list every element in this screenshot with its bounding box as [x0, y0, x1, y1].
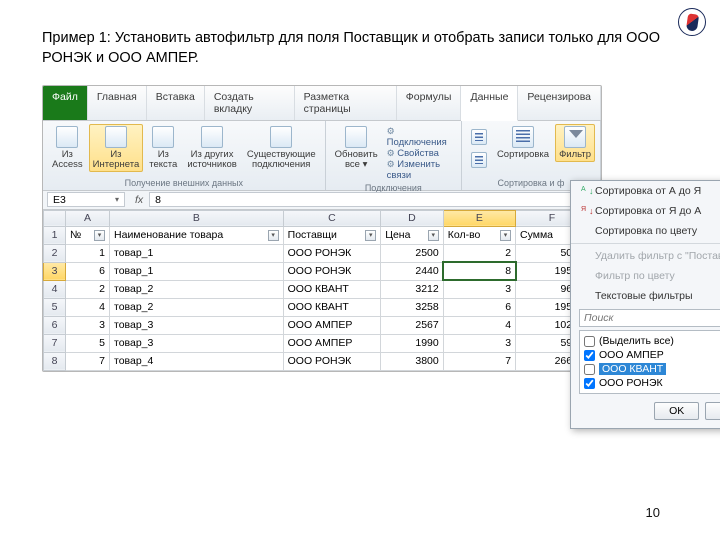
row-head-8[interactable]: 8 — [44, 352, 66, 370]
select-all-checkbox[interactable]: (Выделить все) — [584, 334, 720, 348]
name-box[interactable]: E3 — [47, 192, 125, 207]
cancel-button[interactable]: Отмена — [705, 402, 720, 420]
cell[interactable]: Поставщи▾ — [283, 226, 381, 244]
tab-review[interactable]: Рецензирова — [518, 86, 601, 120]
tab-insert[interactable]: Вставка — [147, 86, 205, 120]
cell[interactable]: Цена▾ — [381, 226, 444, 244]
excel-window: Файл Главная Вставка Создать вкладку Раз… — [42, 85, 602, 372]
filter-value-list: (Выделить все) ООО АМПЕР ООО КВАНТ ООО Р… — [579, 330, 720, 394]
tab-create[interactable]: Создать вкладку — [205, 86, 295, 120]
select-all-corner[interactable] — [44, 210, 66, 226]
filter-dropdown-icon[interactable]: ▾ — [500, 230, 511, 241]
filter-dropdown-icon[interactable]: ▾ — [94, 230, 105, 241]
ok-button[interactable]: OK — [654, 402, 699, 420]
ribbon-body: Из Access Из Интернета Из текста Из друг… — [43, 121, 601, 191]
refresh-all-button[interactable]: Обновить все ▾ — [331, 124, 382, 172]
brand-logo — [678, 8, 706, 36]
tab-formulas[interactable]: Формулы — [397, 86, 462, 120]
sort-az-item[interactable]: Сортировка от А до Я — [571, 181, 720, 201]
row-head-1[interactable]: 1 — [44, 226, 66, 244]
col-D[interactable]: D — [381, 210, 444, 226]
filter-search-box[interactable]: 🔍 — [579, 309, 720, 327]
cell[interactable]: Наименование товара▾ — [110, 226, 284, 244]
from-text-button[interactable]: Из текста — [145, 124, 181, 172]
fx-icon[interactable]: fx — [129, 194, 149, 206]
sort-by-color-item[interactable]: Сортировка по цвету▸ — [571, 221, 720, 241]
filter-option-amper[interactable]: ООО АМПЕР — [584, 348, 720, 362]
from-access-button[interactable]: Из Access — [48, 124, 87, 172]
filter-option-kvant[interactable]: ООО КВАНТ — [584, 362, 720, 376]
autofilter-popup: Сортировка от А до Я Сортировка от Я до … — [570, 180, 720, 429]
row-head-7[interactable]: 7 — [44, 334, 66, 352]
props-item[interactable]: Свойства — [387, 148, 453, 159]
tab-file[interactable]: Файл — [43, 86, 88, 120]
tab-layout[interactable]: Разметка страницы — [295, 86, 397, 120]
row-head-4[interactable]: 4 — [44, 280, 66, 298]
sort-az-button[interactable] — [467, 127, 491, 149]
conn-sublist: Подключения Свойства Изменить связи — [384, 124, 456, 183]
from-other-button[interactable]: Из других источников — [183, 124, 240, 172]
active-cell[interactable]: 8 — [443, 262, 515, 280]
formula-bar[interactable]: 8 — [149, 192, 597, 207]
sort-button[interactable]: Сортировка — [493, 124, 553, 162]
page-number: 10 — [646, 505, 660, 520]
sort-za-button[interactable] — [467, 150, 491, 172]
col-B[interactable]: B — [110, 210, 284, 226]
row-head-3[interactable]: 3 — [44, 262, 66, 280]
group-external-label: Получение внешних данных — [48, 178, 320, 190]
cell[interactable]: №▾ — [66, 226, 110, 244]
clear-filter-item: Удалить фильтр с "Поставщик" — [571, 246, 720, 266]
col-E[interactable]: E — [443, 210, 515, 226]
existing-conn-button[interactable]: Существующие подключения — [243, 124, 320, 172]
row-head-6[interactable]: 6 — [44, 316, 66, 334]
tab-data[interactable]: Данные — [461, 86, 518, 121]
text-filters-item[interactable]: Текстовые фильтры▸ — [571, 286, 720, 306]
filter-dropdown-icon[interactable]: ▾ — [428, 230, 439, 241]
filter-search-input[interactable] — [584, 312, 720, 324]
filter-dropdown-icon[interactable]: ▾ — [365, 230, 376, 241]
worksheet: A B C D E F G 1 №▾ Наименование товара▾ … — [43, 210, 601, 371]
filter-option-ronek[interactable]: ООО РОНЭК — [584, 376, 720, 390]
col-C[interactable]: C — [283, 210, 381, 226]
filter-button[interactable]: Фильтр — [555, 124, 595, 162]
tab-home[interactable]: Главная — [88, 86, 147, 120]
ribbon-tabs: Файл Главная Вставка Создать вкладку Раз… — [43, 86, 601, 121]
row-head-2[interactable]: 2 — [44, 244, 66, 262]
sort-za-item[interactable]: Сортировка от Я до А — [571, 201, 720, 221]
from-web-button[interactable]: Из Интернета — [89, 124, 144, 172]
col-A[interactable]: A — [66, 210, 110, 226]
editlinks-item[interactable]: Изменить связи — [387, 159, 453, 181]
slide-title: Пример 1: Установить автофильтр для поля… — [42, 28, 662, 69]
conn-item[interactable]: Подключения — [387, 126, 453, 148]
row-head-5[interactable]: 5 — [44, 298, 66, 316]
filter-dropdown-icon[interactable]: ▾ — [268, 230, 279, 241]
filter-by-color-item: Фильтр по цвету▸ — [571, 266, 720, 286]
formula-bar-row: E3 fx 8 — [43, 191, 601, 210]
cell[interactable]: Кол-во▾ — [443, 226, 515, 244]
